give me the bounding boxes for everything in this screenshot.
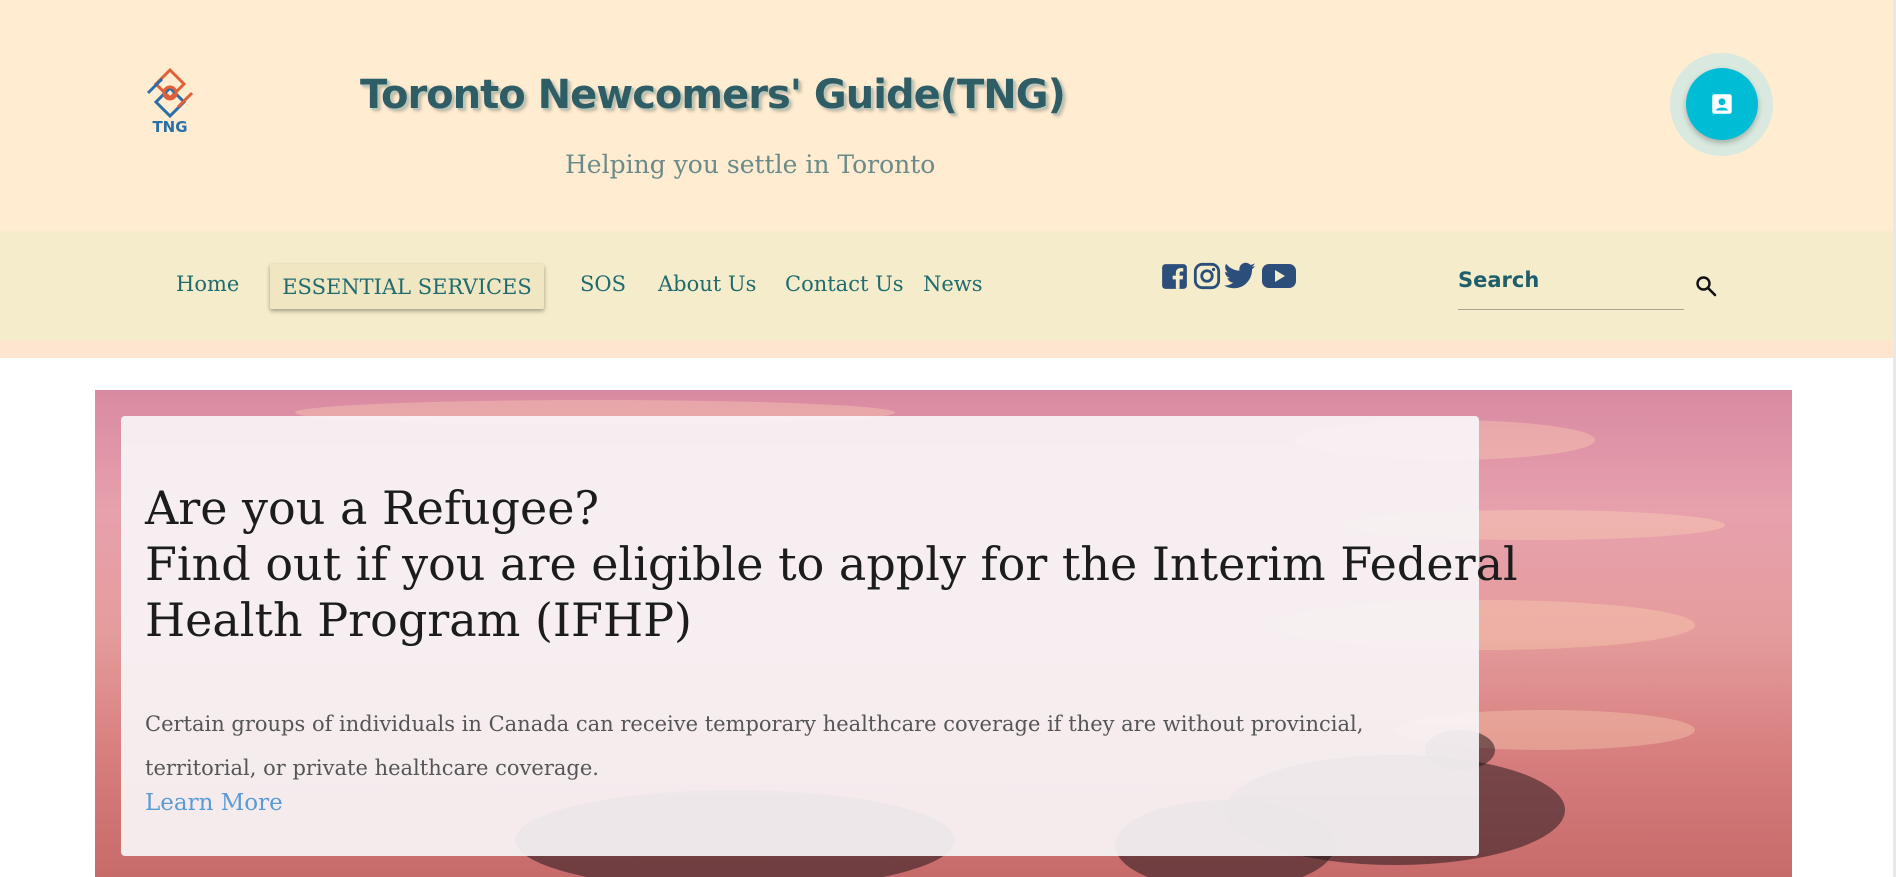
instagram-icon[interactable] (1193, 262, 1221, 290)
nav-item-essential-services[interactable]: ESSENTIAL SERVICES (270, 264, 544, 309)
facebook-icon[interactable] (1161, 262, 1188, 290)
logo-text: TNG (152, 118, 188, 136)
youtube-icon[interactable] (1262, 262, 1296, 290)
nav-item-home[interactable]: Home (176, 272, 239, 296)
site-title: Toronto Newcomers' Guide(TNG) (360, 72, 1066, 118)
hero-title-line: Find out if you are eligible to apply fo… (145, 537, 1518, 591)
nav-item-sos[interactable]: SOS (580, 272, 626, 296)
logo-icon (146, 67, 194, 119)
search-icon[interactable] (1694, 274, 1718, 302)
hero-title-line: Are you a Refugee? (145, 481, 600, 535)
hero-description-line: territorial, or private healthcare cover… (145, 756, 599, 780)
hero-description: Certain groups of individuals in Canada … (145, 702, 1455, 790)
search-underline (1458, 309, 1684, 310)
nav-bottom-strip (0, 340, 1896, 358)
profile-button[interactable] (1686, 68, 1758, 140)
learn-more-link[interactable]: Learn More (145, 790, 283, 816)
hero-title-line: Health Program (IFHP) (145, 593, 692, 647)
nav-item-news[interactable]: News (923, 272, 983, 296)
hero-description-line: Certain groups of individuals in Canada … (145, 712, 1364, 736)
nav-item-contact-us[interactable]: Contact Us (785, 272, 904, 296)
contact-card-icon (1712, 94, 1732, 114)
site-subtitle: Helping you settle in Toronto (565, 150, 936, 179)
nav-item-about-us[interactable]: About Us (658, 272, 756, 296)
hero-title: Are you a Refugee? Find out if you are e… (145, 480, 1518, 648)
twitter-icon[interactable] (1224, 262, 1256, 290)
search-input[interactable]: Search (1458, 268, 1539, 292)
site-logo[interactable]: TNG (140, 66, 204, 144)
